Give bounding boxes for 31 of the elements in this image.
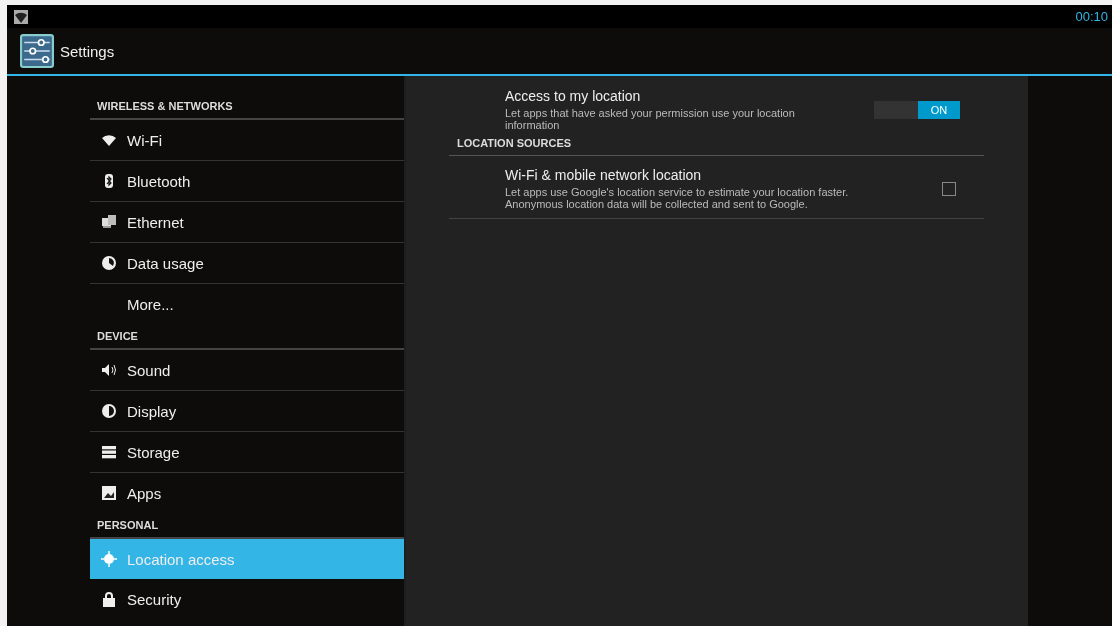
storage-icon — [101, 444, 117, 460]
sidebar-item[interactable]: Storage — [90, 432, 404, 473]
sidebar-item[interactable]: More... — [90, 284, 404, 324]
setting-title: Wi-Fi & mobile network location — [505, 167, 703, 183]
computers-icon — [101, 214, 117, 230]
sidebar-item[interactable]: Display — [90, 391, 404, 432]
section-header: LOCATION SOURCES — [449, 137, 984, 156]
lock-icon — [101, 591, 117, 607]
setting-title: Access to my location — [505, 88, 642, 104]
section-header: WIRELESS & NETWORKS — [90, 100, 404, 120]
setting-summary: Let apps that have asked your permission use your location information — [505, 107, 796, 131]
app-title: Settings — [60, 42, 115, 60]
setting-summary: Let apps use Google's location service to estimate your location faster. Anonymous location data will be collected and sent to Google. — [505, 186, 850, 210]
settings-icon — [20, 34, 54, 68]
sidebar-item[interactable]: Apps — [90, 473, 404, 513]
pie-chart-icon — [101, 255, 117, 271]
target-icon — [101, 551, 117, 567]
speaker-icon — [101, 362, 117, 378]
checkbox[interactable] — [942, 181, 956, 196]
sidebar-item[interactable]: Security — [90, 579, 404, 619]
sidebar-item[interactable]: Wi-Fi — [90, 120, 404, 161]
wifi-signal-icon — [13, 8, 29, 25]
section-header: DEVICE — [90, 330, 404, 350]
sidebar-item[interactable]: Data usage — [90, 243, 404, 284]
sidebar-item[interactable]: Bluetooth — [90, 161, 404, 202]
clock: 00:10 — [1075, 9, 1108, 24]
sidebar-item[interactable]: Sound — [90, 350, 404, 391]
wifi-icon — [101, 132, 117, 148]
picture-icon — [101, 485, 117, 501]
sidebar-item[interactable]: Ethernet — [90, 202, 404, 243]
brightness-icon — [101, 403, 117, 419]
